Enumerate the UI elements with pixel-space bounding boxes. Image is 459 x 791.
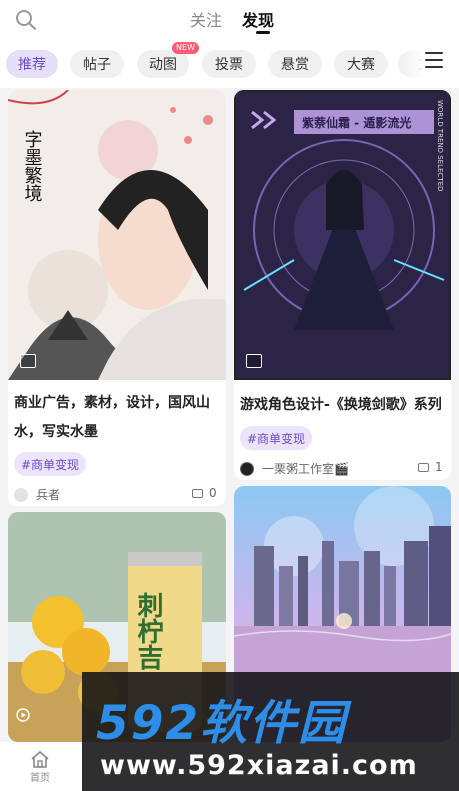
post-tag[interactable]: #商单变现 xyxy=(14,452,87,476)
post-card[interactable]: 字墨繁境 商业广告，素材，设计，国风山 水，写实水墨 #商单变现 兵者 0 xyxy=(8,90,226,506)
post-card[interactable]: 紫萘仙霜 - 遁影流光 WORLD TREND SELECTED 游戏角色设计-… xyxy=(234,90,451,480)
image-title-text: 紫萘仙霜 - 遁影流光 xyxy=(302,115,411,130)
category-label: 悬赏 xyxy=(281,57,309,73)
category-label: 推荐 xyxy=(18,57,46,73)
category-vote[interactable]: 投票 xyxy=(202,50,256,78)
tab-follow[interactable]: 关注 xyxy=(190,7,222,31)
post-image: 紫萘仙霜 - 遁影流光 WORLD TREND SELECTED xyxy=(234,90,451,380)
comment-number: 1 xyxy=(435,460,443,474)
post-author[interactable]: 一栗粥工作室🎬 xyxy=(240,460,349,477)
comment-icon xyxy=(192,488,203,498)
top-bar: 关注 发现 xyxy=(0,0,459,40)
post-image: 字墨繁境 xyxy=(8,90,226,380)
author-name: 兵者 xyxy=(36,488,61,502)
menu-icon[interactable] xyxy=(425,52,443,68)
category-recommend[interactable]: 推荐 xyxy=(6,50,58,78)
category-gif[interactable]: 动图 NEW xyxy=(137,42,199,78)
category-row: 推荐 帖子 动图 NEW 投票 悬赏 大赛 文 xyxy=(0,40,459,88)
category-bounty[interactable]: 悬赏 xyxy=(268,50,322,78)
tab-discover[interactable]: 发现 xyxy=(242,7,274,31)
category-posts[interactable]: 帖子 xyxy=(70,50,124,78)
top-tabs: 关注 发现 xyxy=(190,7,274,31)
image-can-text: 刺柠吉 xyxy=(133,592,163,670)
tab-underline xyxy=(256,31,270,34)
avatar xyxy=(240,461,254,476)
home-icon xyxy=(31,750,49,768)
image-type-icon xyxy=(246,354,262,368)
post-title-line1: 商业广告，素材，设计，国风山 xyxy=(14,395,210,411)
comment-count: 0 xyxy=(192,486,217,500)
category-label: 投票 xyxy=(215,57,243,73)
image-type-icon xyxy=(20,354,36,368)
image-side-text: WORLD TREND SELECTED xyxy=(436,100,444,191)
category-label: 动图 xyxy=(149,57,177,73)
post-title-line1: 游戏角色设计-《换境剑歌》系列 xyxy=(240,397,442,413)
video-play-icon xyxy=(16,708,30,722)
nav-home[interactable]: 首页 xyxy=(30,750,50,784)
watermark-brand: 592软件园 xyxy=(96,696,348,751)
category-label: 帖子 xyxy=(83,57,111,73)
image-calligraphy: 字墨繁境 xyxy=(22,130,43,202)
category-contest[interactable]: 大赛 xyxy=(334,50,388,78)
category-label: 大赛 xyxy=(347,57,375,73)
comment-icon xyxy=(418,462,429,472)
watermark-url: www.592xiazai.com xyxy=(100,750,418,781)
author-name: 一栗粥工作室🎬 xyxy=(262,462,349,476)
comment-count: 1 xyxy=(418,460,443,474)
post-author[interactable]: 兵者 xyxy=(14,486,60,503)
avatar xyxy=(14,487,28,502)
comment-number: 0 xyxy=(209,486,217,500)
new-badge: NEW xyxy=(172,42,199,54)
post-tag[interactable]: #商单变现 xyxy=(240,426,313,450)
post-title-line2: 水，写实水墨 xyxy=(14,424,98,440)
search-icon[interactable] xyxy=(14,8,38,32)
home-label: 首页 xyxy=(30,773,50,784)
watermark-overlay: 592软件园 www.592xiazai.com xyxy=(82,672,459,791)
